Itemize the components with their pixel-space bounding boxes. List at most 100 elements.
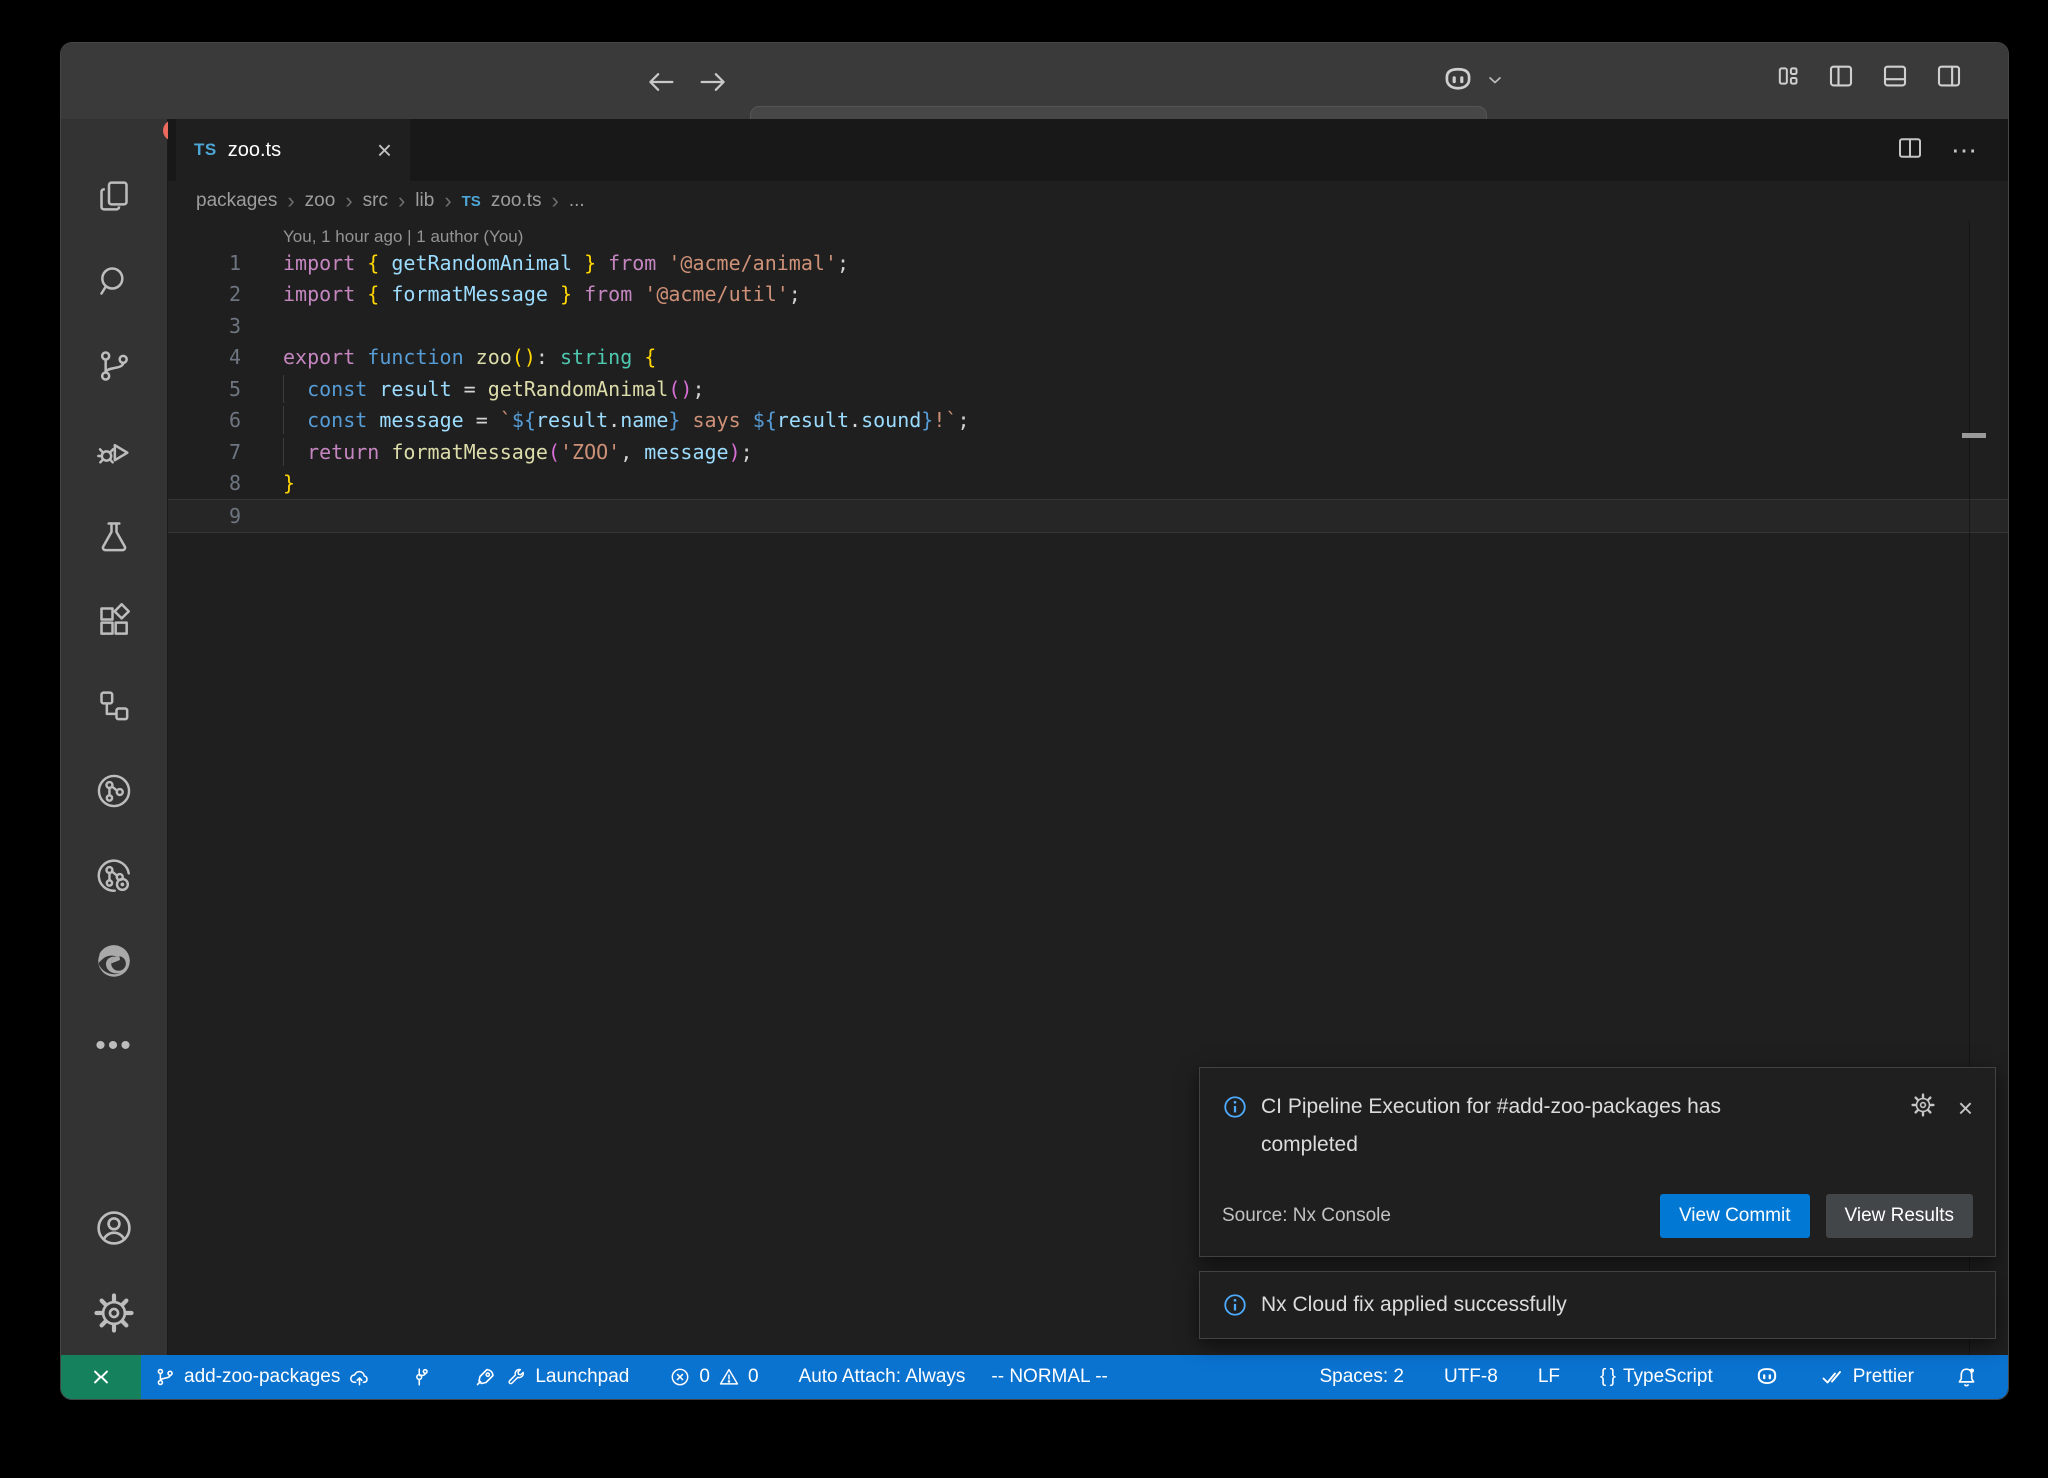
code-lines: 1import { getRandomAnimal } from '@acme/… (168, 247, 2008, 533)
view-commit-button[interactable]: View Commit (1660, 1194, 1810, 1238)
double-check-icon (1821, 1365, 1845, 1389)
sidebar-item-edge-devtools[interactable] (61, 918, 167, 1003)
statusbar-language[interactable]: { } TypeScript (1587, 1355, 1726, 1399)
indentation-label: Spaces: 2 (1319, 1366, 1404, 1388)
breadcrumb-symbol-more[interactable]: ... (569, 190, 585, 212)
sidebar-item-testing[interactable] (61, 493, 167, 578)
statusbar-encoding[interactable]: UTF-8 (1431, 1355, 1511, 1399)
arrow-left-icon (644, 65, 678, 99)
sidebar-item-hierarchy-view[interactable] (61, 663, 167, 748)
code-line[interactable]: 5 const result = getRandomAnimal(); (168, 373, 2008, 405)
split-editor-icon (1895, 133, 1925, 163)
toggle-primary-sidebar-button[interactable] (1826, 61, 1856, 96)
statusbar-pipeline[interactable] (398, 1355, 446, 1399)
statusbar-formatter[interactable]: Prettier (1808, 1355, 1927, 1399)
statusbar-indentation[interactable]: Spaces: 2 (1306, 1355, 1417, 1399)
branch-name: add-zoo-packages (184, 1366, 340, 1388)
source-control-icon (94, 346, 134, 386)
code-line[interactable]: 3 (168, 310, 2008, 342)
code-line[interactable]: 8} (168, 468, 2008, 500)
customize-layout-button[interactable] (1774, 62, 1802, 95)
remote-indicator[interactable] (61, 1355, 141, 1399)
forward-button[interactable] (696, 65, 730, 99)
notification-source: Source: Nx Console (1222, 1205, 1391, 1227)
search-icon (94, 261, 134, 301)
status-bar: add-zoo-packages Launchpad 0 (61, 1355, 2008, 1399)
sidebar-item-search[interactable] (61, 238, 167, 323)
code-line[interactable]: 2import { formatMessage } from '@acme/ut… (168, 279, 2008, 311)
sidebar-item-extensions[interactable] (61, 578, 167, 663)
codelens-blame[interactable]: You, 1 hour ago | 1 author (You) (168, 221, 2008, 247)
chevron-down-icon (1485, 70, 1505, 90)
statusbar-launchpad[interactable]: Launchpad (460, 1355, 642, 1399)
breadcrumb-item[interactable]: lib (415, 190, 434, 212)
hierarchy-icon (94, 686, 134, 726)
sidebar-item-explorer[interactable] (61, 153, 167, 238)
view-results-button[interactable]: View Results (1826, 1194, 1973, 1238)
tab-close-icon[interactable]: × (377, 137, 392, 163)
line-number: 9 (168, 504, 241, 528)
chevron-right-icon: › (552, 190, 559, 212)
line-number: 8 (168, 471, 241, 495)
statusbar-eol[interactable]: LF (1525, 1355, 1573, 1399)
activity-bar: ••• (61, 119, 168, 1355)
typescript-file-icon: TS (462, 193, 481, 210)
layout-sidebar-right-icon (1934, 61, 1964, 91)
sidebar-item-commit-graph[interactable] (61, 748, 167, 833)
editor-actions-ellipsis-icon[interactable]: ⋯ (1951, 135, 1978, 166)
back-button[interactable] (644, 65, 678, 99)
statusbar-branch[interactable]: add-zoo-packages (141, 1355, 384, 1399)
notification-settings-button[interactable] (1910, 1092, 1936, 1124)
statusbar-notifications-bell[interactable] (1941, 1355, 1992, 1399)
arrow-right-icon (696, 65, 730, 99)
notification-message: Nx Cloud fix applied successfully (1261, 1293, 1567, 1317)
chevron-right-icon: › (398, 190, 405, 212)
split-editor-button[interactable] (1895, 133, 1925, 168)
sidebar-item-source-control[interactable] (61, 323, 167, 408)
breadcrumb-file[interactable]: zoo.ts (491, 190, 542, 212)
wrench-icon (505, 1366, 527, 1388)
accounts-button[interactable] (61, 1185, 167, 1270)
sidebar-item-run-debug[interactable] (61, 408, 167, 493)
info-icon (1222, 1094, 1248, 1120)
statusbar-auto-attach[interactable]: Auto Attach: Always (786, 1355, 979, 1399)
breadcrumb-item[interactable]: packages (196, 190, 277, 212)
code-line[interactable]: 4export function zoo(): string { (168, 342, 2008, 374)
commit-graph-icon (93, 770, 135, 812)
testing-flask-icon (94, 516, 134, 556)
tab-zoo-ts[interactable]: TS zoo.ts × (176, 119, 410, 181)
breadcrumb-item[interactable]: src (363, 190, 388, 212)
breadcrumb-item[interactable]: zoo (305, 190, 336, 212)
settings-button[interactable] (61, 1270, 167, 1355)
layout-panel-icon (1880, 61, 1910, 91)
gear-icon (1910, 1092, 1936, 1118)
statusbar-vim-mode[interactable]: -- NORMAL -- (978, 1355, 1120, 1399)
code-line[interactable]: 9 (168, 499, 2008, 533)
vim-mode-label: -- NORMAL -- (991, 1366, 1107, 1388)
notification-ci-pipeline: CI Pipeline Execution for #add-zoo-packa… (1199, 1067, 1996, 1257)
breadcrumb[interactable]: packages › zoo › src › lib › TS zoo.ts ›… (168, 181, 2008, 221)
run-debug-icon (94, 431, 134, 471)
copilot-menu[interactable] (1439, 61, 1505, 99)
layout-sidebar-left-icon (1826, 61, 1856, 91)
formatter-label: Prettier (1853, 1366, 1914, 1388)
sidebar-item-commit-graph-search[interactable] (61, 833, 167, 918)
chevron-right-icon: › (444, 190, 451, 212)
cloud-upload-icon (348, 1366, 371, 1389)
overview-ruler-mark (1962, 433, 1986, 438)
statusbar-copilot[interactable] (1740, 1355, 1794, 1399)
notification-close-icon[interactable]: × (1958, 1095, 1973, 1121)
code-line[interactable]: 6 const message = `${result.name} says $… (168, 405, 2008, 437)
toggle-panel-button[interactable] (1880, 61, 1910, 96)
commit-graph-search-icon (93, 855, 135, 897)
chevron-right-icon: › (287, 190, 294, 212)
sidebar-item-more-views[interactable]: ••• (61, 1003, 167, 1088)
error-icon (669, 1366, 691, 1388)
bell-icon (1954, 1365, 1979, 1390)
statusbar-problems[interactable]: 0 0 (656, 1355, 771, 1399)
warning-count: 0 (748, 1366, 759, 1388)
code-line[interactable]: 7 return formatMessage('ZOO', message); (168, 436, 2008, 468)
toggle-secondary-sidebar-button[interactable] (1934, 61, 1964, 96)
code-line[interactable]: 1import { getRandomAnimal } from '@acme/… (168, 247, 2008, 279)
chevron-right-icon: › (345, 190, 352, 212)
